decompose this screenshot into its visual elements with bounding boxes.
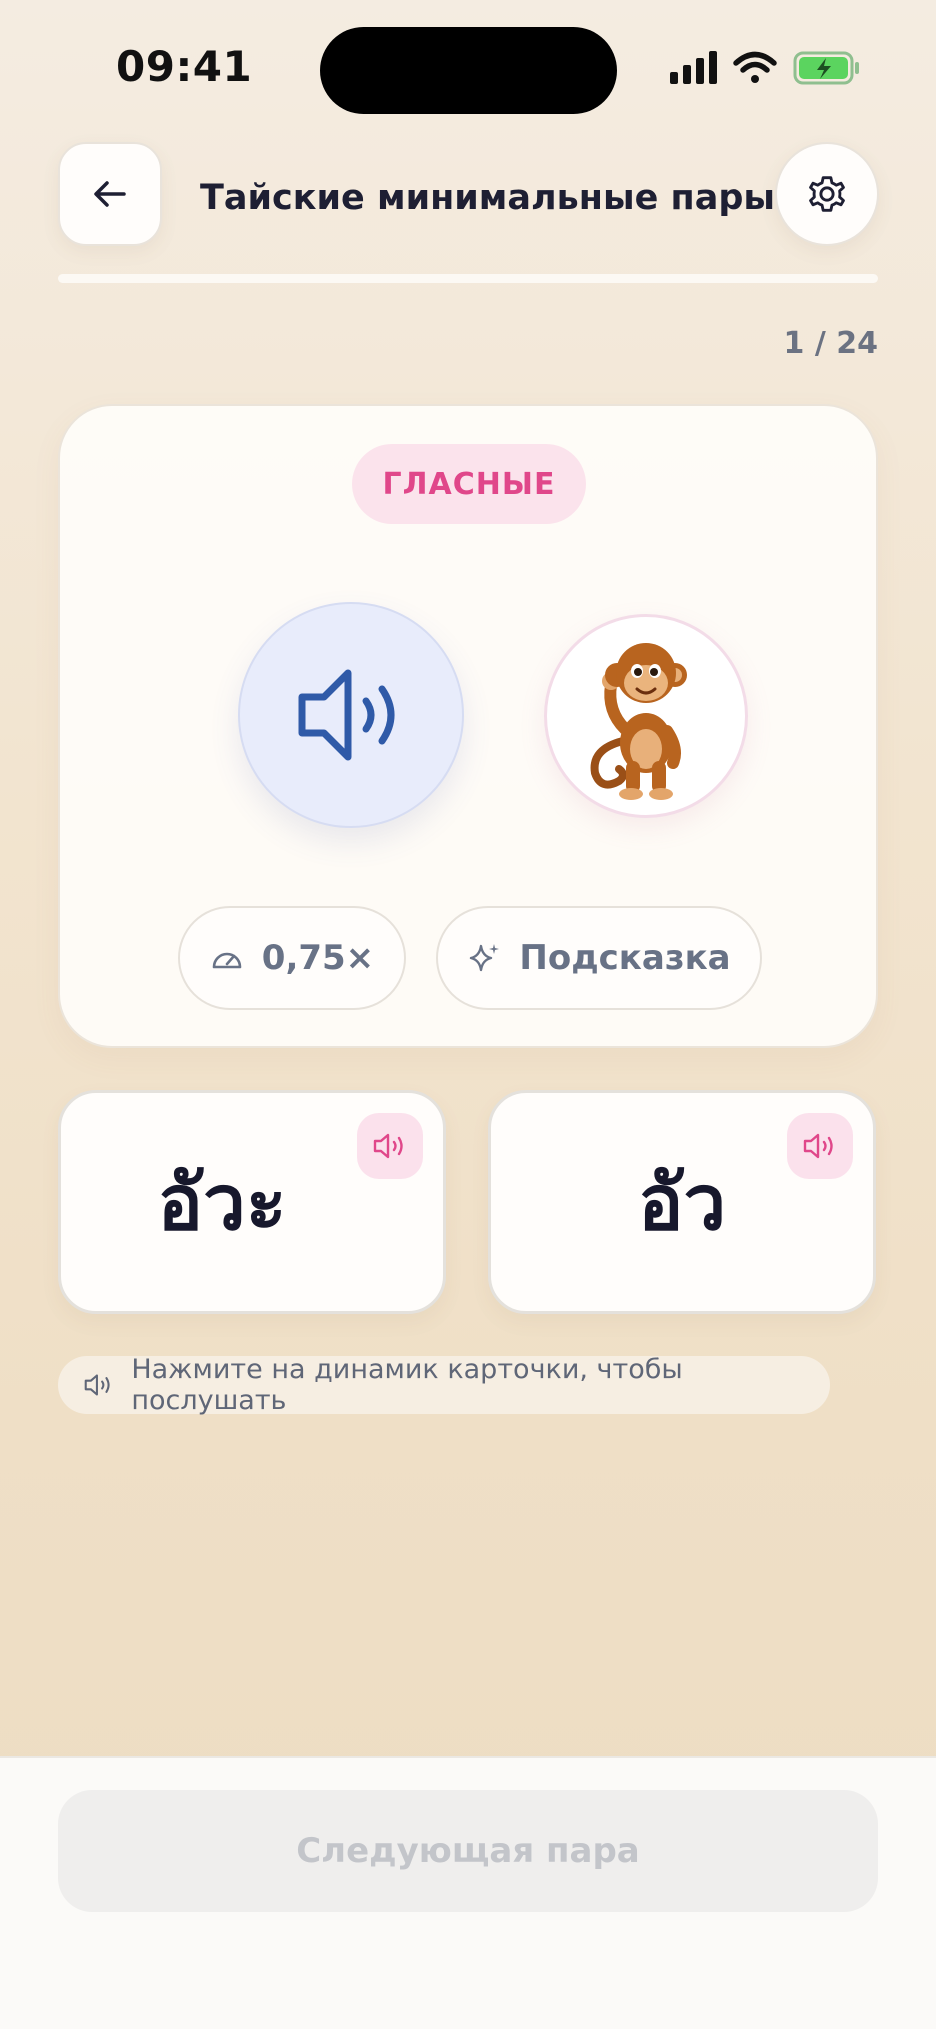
sparkles-icon bbox=[470, 944, 500, 972]
status-icons bbox=[670, 51, 859, 85]
category-badge: ГЛАСНЫЕ bbox=[352, 444, 586, 524]
speaker-icon bbox=[803, 1133, 833, 1159]
gear-icon bbox=[809, 176, 845, 212]
hint-label: Подсказка bbox=[519, 938, 731, 978]
monkey-icon bbox=[590, 643, 687, 800]
choice-2-speaker-button[interactable] bbox=[787, 1113, 853, 1179]
wifi-icon bbox=[733, 51, 777, 83]
status-time: 09:41 bbox=[116, 42, 253, 91]
playback-speed-button[interactable]: 0,75× bbox=[178, 906, 406, 1010]
settings-button[interactable] bbox=[775, 142, 879, 246]
listening-card: ГЛАСНЫЕ 0,75× Подсказка bbox=[58, 404, 878, 1048]
choice-1-speaker-button[interactable] bbox=[357, 1113, 423, 1179]
speaker-icon bbox=[298, 669, 395, 761]
header: Тайские минимальные пары bbox=[0, 140, 936, 250]
progress-counter: 1 / 24 bbox=[783, 326, 878, 361]
choice-word: อัวะ bbox=[157, 1158, 287, 1247]
choice-card-1[interactable]: อัวะ bbox=[58, 1090, 446, 1314]
hint-button[interactable]: Подсказка bbox=[436, 906, 762, 1010]
listen-hint: Нажмите на динамик карточки, чтобы послу… bbox=[58, 1354, 830, 1416]
progress-bar bbox=[58, 274, 878, 283]
dynamic-island bbox=[320, 27, 617, 114]
battery-icon bbox=[793, 51, 859, 85]
page-title: Тайские минимальные пары bbox=[200, 178, 776, 218]
playback-speed-label: 0,75× bbox=[261, 938, 375, 978]
speaker-icon bbox=[84, 1374, 110, 1396]
arrow-left-icon bbox=[94, 181, 126, 207]
back-button[interactable] bbox=[58, 142, 162, 246]
speaker-icon bbox=[373, 1133, 403, 1159]
play-audio-button[interactable] bbox=[238, 602, 464, 828]
bottom-bar: Следующая пара bbox=[0, 1756, 936, 2029]
choice-card-2[interactable]: อัว bbox=[488, 1090, 876, 1314]
status-bar: 09:41 bbox=[0, 0, 936, 130]
next-pair-button[interactable]: Следующая пара bbox=[58, 1790, 878, 1912]
speedometer-icon bbox=[212, 952, 242, 969]
listen-hint-text: Нажмите на динамик карточки, чтобы послу… bbox=[131, 1354, 683, 1416]
monkey-mascot bbox=[544, 614, 748, 818]
cellular-signal-icon bbox=[670, 51, 717, 84]
